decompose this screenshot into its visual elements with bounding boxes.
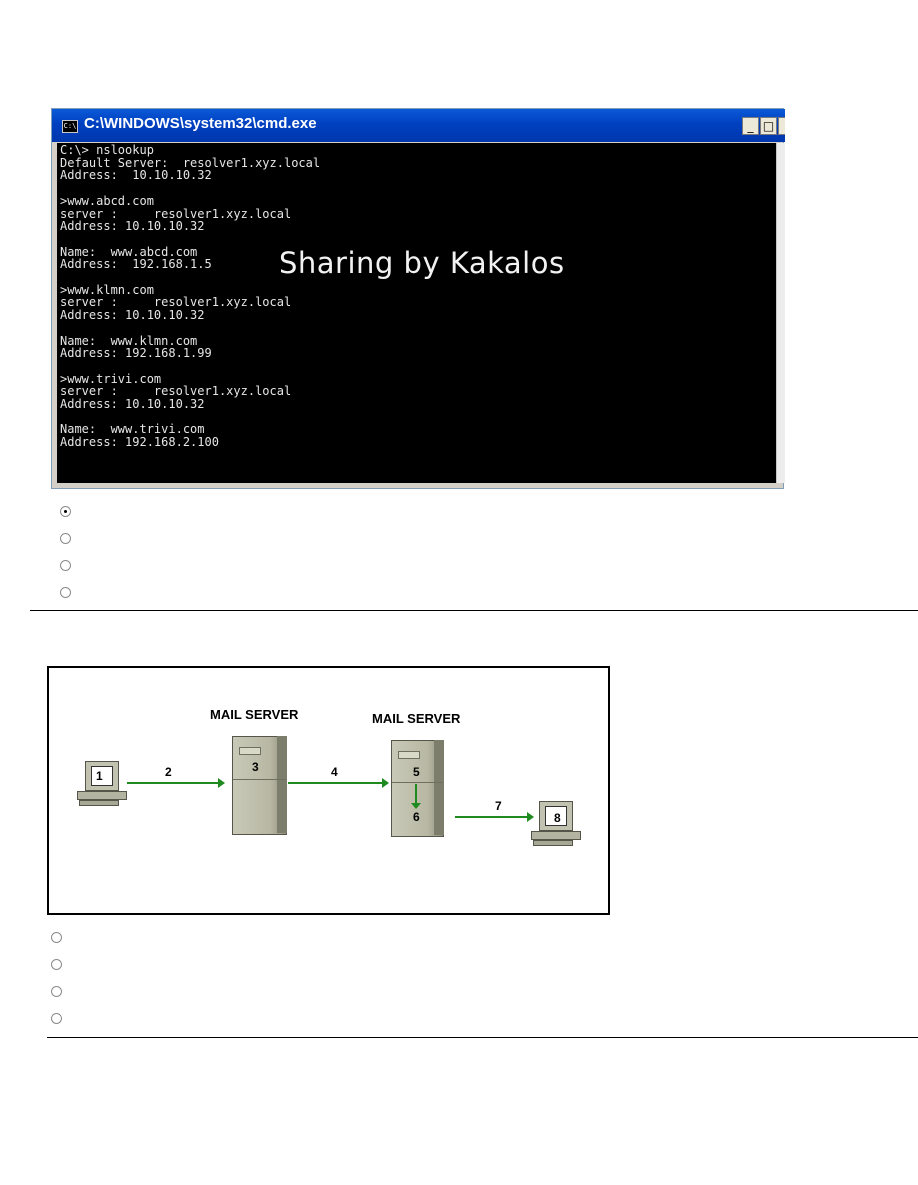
step-8-label: 8 xyxy=(554,811,561,825)
close-button[interactable] xyxy=(778,117,785,135)
cmd-window: C:\ C:\WINDOWS\system32\cmd.exe _ □ C:\>… xyxy=(51,108,785,489)
question-divider xyxy=(30,610,918,611)
step-5-label: 5 xyxy=(413,765,420,779)
minimize-button[interactable]: _ xyxy=(742,117,759,135)
maximize-button[interactable]: □ xyxy=(760,117,777,135)
step-1-label: 1 xyxy=(96,769,103,783)
q1-option-b-radio[interactable] xyxy=(60,533,71,544)
step-7-label: 7 xyxy=(495,799,502,813)
cmd-window-title: C:\WINDOWS\system32\cmd.exe xyxy=(84,115,317,132)
q2-option-c-radio[interactable] xyxy=(51,986,62,997)
radio-selected-dot xyxy=(64,510,67,513)
console-output-area[interactable]: C:\> nslookup Default Server: resolver1.… xyxy=(57,143,776,483)
q2-option-d-radio[interactable] xyxy=(51,1013,62,1024)
step-4-arrow xyxy=(288,778,389,788)
q1-option-a-radio[interactable] xyxy=(60,506,71,517)
step-7-arrow xyxy=(455,812,534,822)
cmd-title-bar[interactable]: C:\ C:\WINDOWS\system32\cmd.exe _ □ xyxy=(52,109,785,142)
q2-option-b-radio[interactable] xyxy=(51,959,62,970)
mail-server-label-1: MAIL SERVER xyxy=(210,707,299,722)
step-2-arrow xyxy=(127,778,225,788)
step-2-label: 2 xyxy=(165,765,172,779)
cmd-icon: C:\ xyxy=(62,120,78,133)
vertical-scrollbar[interactable] xyxy=(776,143,785,483)
console-text: C:\> nslookup Default Server: resolver1.… xyxy=(60,143,321,450)
step-5-to-6-arrowhead xyxy=(411,803,421,809)
question-divider xyxy=(47,1037,918,1038)
step-3-label: 3 xyxy=(252,760,259,774)
mail-flow-diagram: MAIL SERVER MAIL SERVER 1 2 3 4 5 6 7 8 xyxy=(47,666,610,915)
mail-server-label-2: MAIL SERVER xyxy=(372,711,461,726)
q1-option-c-radio[interactable] xyxy=(60,560,71,571)
q1-option-d-radio[interactable] xyxy=(60,587,71,598)
mail-server-1-icon xyxy=(232,736,287,835)
watermark-text: Sharing by Kakalos xyxy=(279,246,565,280)
step-6-label: 6 xyxy=(413,810,420,824)
q2-option-a-radio[interactable] xyxy=(51,932,62,943)
step-5-to-6-arrow xyxy=(415,784,417,804)
step-4-label: 4 xyxy=(331,765,338,779)
